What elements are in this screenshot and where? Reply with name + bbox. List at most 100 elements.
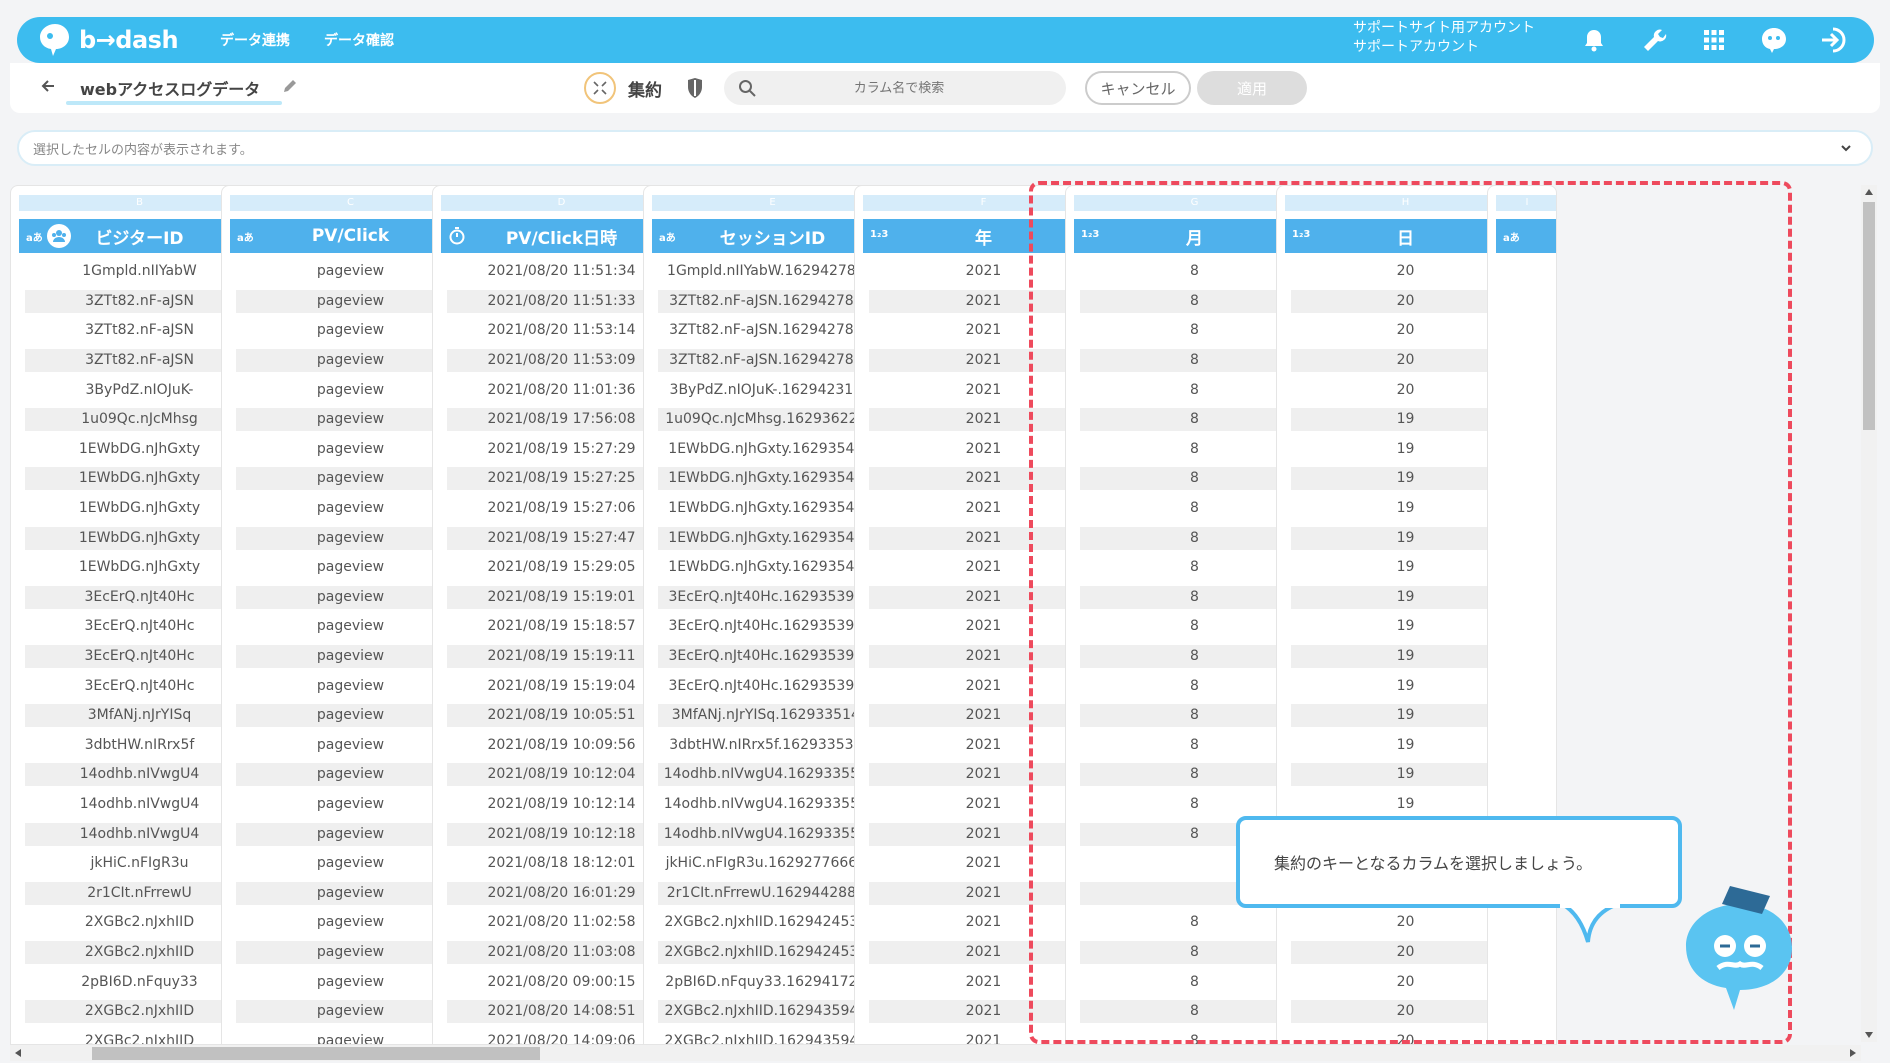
cell-value: 1Gmpld.nIIYabW.162942789... [667, 263, 878, 280]
chevron-down-icon[interactable] [1839, 141, 1853, 155]
apply-button[interactable]: 適用 [1197, 71, 1307, 105]
cell-value: 1u09Qc.nJcMhsg.162936220... [658, 408, 887, 432]
cell-value: pageview [316, 855, 385, 872]
type-badge: 1₂3 [870, 229, 889, 240]
search-input[interactable] [756, 80, 1066, 96]
cell-value: 3ZTt82.nF-aJSN [25, 349, 254, 373]
aggregate-label: 集約 [628, 80, 662, 101]
cell-value: 2021/08/19 10:09:56 [487, 736, 636, 753]
cell-value: 2021/08/18 18:12:01 [487, 855, 636, 872]
cell-value: 20 [1396, 381, 1415, 398]
cell-value: pageview [316, 677, 385, 694]
cell-value: 3dbtHW.nIRrx5f.162933539... [669, 736, 876, 753]
cell-value: 19 [1396, 440, 1415, 457]
topbar-icons [1577, 23, 1851, 57]
users-icon[interactable] [47, 224, 71, 248]
cell-value: 8 [1190, 914, 1199, 931]
cell-content-bar[interactable]: 選択したセルの内容が表示されます。 [17, 130, 1873, 166]
cell-value: 1EWbDG.nJhGxty.16293544... [658, 526, 887, 550]
account-line-2: サポートアカウント [1353, 39, 1479, 55]
cell-value: 2021/08/19 15:27:06 [487, 500, 636, 517]
cell-value: pageview [316, 973, 385, 990]
scroll-left-arrow-icon[interactable] [15, 1049, 21, 1057]
wrench-icon[interactable] [1637, 23, 1671, 57]
scroll-up-arrow-icon[interactable] [1865, 189, 1873, 195]
vertical-scrollbar[interactable] [1861, 185, 1877, 1042]
cell-value: 20 [1396, 1032, 1415, 1045]
horizontal-scrollbar[interactable] [10, 1045, 1861, 1061]
cell-value: pageview [236, 881, 465, 905]
logo[interactable]: b→dash [35, 20, 179, 60]
cell-value: 8 [1080, 467, 1309, 491]
cell-value: 2021/08/19 15:29:05 [487, 559, 636, 576]
main-nav: データ連携 データ確認 [220, 30, 394, 50]
title-underline [66, 101, 282, 105]
cell-value: 2021 [965, 322, 1002, 339]
cell-value: pageview [236, 822, 465, 846]
logout-icon[interactable] [1817, 23, 1851, 57]
cell-value: 19 [1396, 559, 1415, 576]
cell-value: 2021/08/19 10:12:04 [447, 763, 676, 787]
cell-value: 2021 [869, 467, 1098, 491]
cell-value: 2021 [965, 855, 1002, 872]
tooltip-bubble: 集約のキーとなるカラムを選択しましょう。 [1236, 816, 1682, 943]
cell-value: 19 [1396, 736, 1415, 753]
grid-icon[interactable] [1697, 23, 1731, 57]
cell-value: pageview [236, 704, 465, 728]
cancel-button[interactable]: キャンセル [1085, 71, 1191, 105]
cell-value: pageview [316, 559, 385, 576]
cell-value: 2021/08/19 15:27:25 [447, 467, 676, 491]
cell-value: 2021/08/19 15:27:47 [447, 526, 676, 550]
vertical-scroll-thumb[interactable] [1863, 202, 1875, 430]
top-navbar: b→dash データ連携 データ確認 サポートサイト用アカウント サポートアカウ… [17, 17, 1874, 63]
cell-value: 2021 [965, 677, 1002, 694]
cell-value: 2021 [869, 645, 1098, 669]
cell-value: 8 [1080, 940, 1309, 964]
cell-value: 8 [1080, 1000, 1309, 1024]
cell-value: 3ZTt82.nF-aJSN.162942783... [658, 349, 887, 373]
cell-value: 2r1CIt.nFrrewU.1629442889... [658, 881, 887, 905]
shield-icon[interactable] [686, 77, 704, 99]
nav-data-link[interactable]: データ連携 [220, 30, 290, 50]
cell-value: 2021 [965, 736, 1002, 753]
column-letter[interactable]: I [1496, 195, 1556, 211]
column-name: ビジターID [95, 228, 184, 249]
cell-value: 8 [1190, 381, 1199, 398]
cell-value: 2021/08/19 10:12:14 [487, 795, 636, 812]
type-badge: aあ [26, 233, 43, 244]
cell-value: 8 [1080, 645, 1309, 669]
bell-icon[interactable] [1577, 23, 1611, 57]
cell-value: 19 [1291, 585, 1520, 609]
account-info[interactable]: サポートサイト用アカウント サポートアカウント [1353, 19, 1535, 57]
cell-value: 2021 [965, 440, 1002, 457]
account-line-1: サポートサイト用アカウント [1353, 20, 1535, 36]
scroll-down-arrow-icon[interactable] [1865, 1032, 1873, 1038]
nav-data-check[interactable]: データ確認 [324, 30, 394, 50]
cell-value: 1EWbDG.nJhGxty.16293544... [668, 500, 877, 517]
scroll-right-arrow-icon[interactable] [1850, 1049, 1856, 1057]
back-arrow-icon[interactable] [38, 76, 58, 96]
logo-text: b→dash [79, 26, 179, 54]
pencil-icon[interactable] [282, 78, 298, 94]
cell-value: 2021/08/19 10:12:18 [447, 822, 676, 846]
cell-value: 2021/08/20 11:53:14 [487, 322, 636, 339]
cell-value: 14odhb.nIVwgU4.162933552... [658, 822, 887, 846]
cell-value: 2021 [869, 1000, 1098, 1024]
column-name: 日 [1397, 228, 1414, 249]
cell-value: 8 [1190, 322, 1199, 339]
cell-value: pageview [316, 1032, 385, 1045]
cell-value: 2021 [869, 881, 1098, 905]
cell-value: 19 [1291, 704, 1520, 728]
cell-value: 1Gmpld.nIIYabW [82, 263, 197, 280]
column-header[interactable]: aあ [1496, 219, 1556, 253]
cell-value: 2XGBc2.nJxhIID [25, 1000, 254, 1024]
mascot-help-icon[interactable] [1757, 23, 1791, 57]
cell-value: 1EWbDG.nJhGxty.16293544... [658, 467, 887, 491]
grid-column-i[interactable]: Iaあ [1487, 185, 1557, 1045]
cell-value: 1EWbDG.nJhGxty [25, 467, 254, 491]
page-title: webアクセスログデータ [80, 80, 261, 99]
cell-value: 19 [1396, 795, 1415, 812]
cell-value: 8 [1080, 408, 1309, 432]
horizontal-scroll-thumb[interactable] [92, 1047, 540, 1060]
cell-value: 2021/08/20 14:08:51 [447, 1000, 676, 1024]
